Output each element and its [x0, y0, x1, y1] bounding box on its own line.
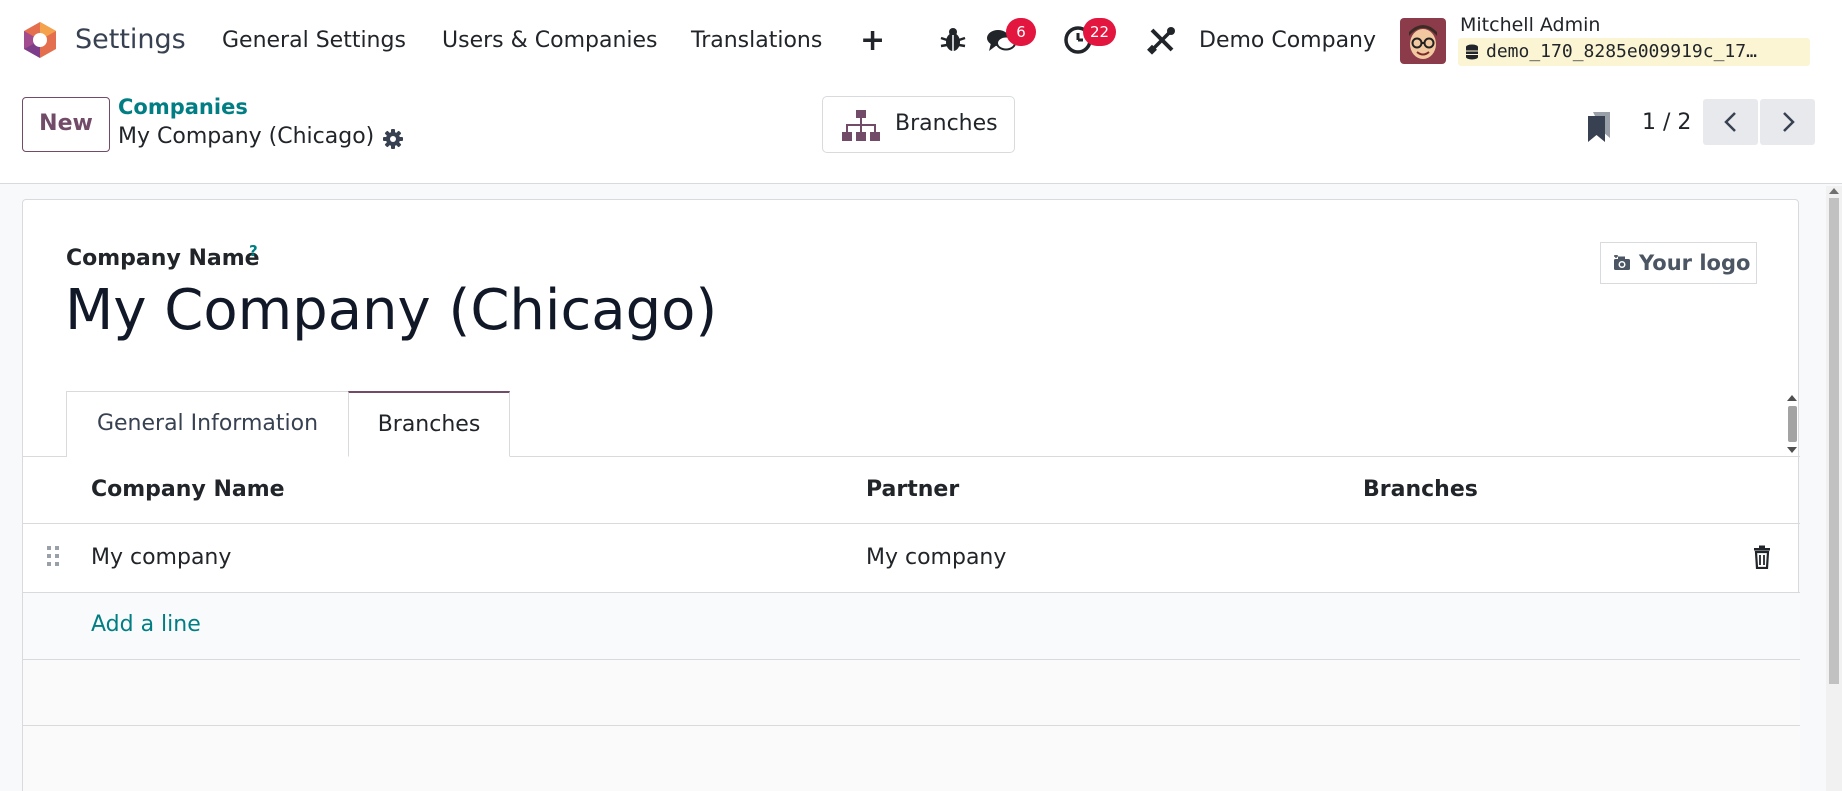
column-header-company-name[interactable]: Company Name — [91, 477, 285, 502]
odoo-logo-icon[interactable] — [20, 20, 60, 60]
pager-previous-button[interactable] — [1703, 99, 1758, 145]
scroll-up-arrow-icon[interactable] — [1787, 395, 1797, 401]
tabs-scrollbar-thumb[interactable] — [1788, 406, 1797, 442]
database-name: demo_170_8285e009919c_17… — [1486, 41, 1757, 62]
camera-icon — [1614, 255, 1630, 270]
pager-value[interactable]: 1 / 2 — [1642, 110, 1691, 135]
breadcrumb-current: My Company (Chicago) — [118, 124, 375, 149]
page-scrollbar-thumb[interactable] — [1829, 198, 1839, 684]
menu-users-companies[interactable]: Users & Companies — [442, 28, 658, 53]
empty-table-row — [23, 660, 1800, 726]
help-tooltip-icon[interactable]: ? — [249, 242, 258, 260]
tab-general-information[interactable]: General Information — [66, 391, 349, 457]
avatar[interactable] — [1400, 18, 1446, 64]
database-badge: demo_170_8285e009919c_17… — [1458, 38, 1810, 66]
page-scrollbar[interactable] — [1826, 186, 1842, 791]
tools-icon[interactable] — [1146, 24, 1178, 56]
pager-next-button[interactable] — [1760, 99, 1815, 145]
database-icon — [1466, 44, 1478, 60]
plus-icon[interactable]: + — [860, 23, 885, 58]
activities-badge: 22 — [1083, 18, 1117, 46]
branches-smart-button[interactable]: Branches — [822, 96, 1015, 153]
gear-icon[interactable] — [382, 128, 404, 150]
company-name-input[interactable]: My Company (Chicago) — [65, 278, 717, 343]
breadcrumb-companies[interactable]: Companies — [118, 95, 248, 119]
top-navbar: Settings General Settings Users & Compan… — [0, 0, 1842, 82]
add-line-row — [23, 593, 1800, 659]
table-header-divider — [23, 523, 1800, 524]
bookmark-icon[interactable] — [1586, 110, 1612, 144]
trash-icon[interactable] — [1752, 545, 1772, 569]
messages-badge: 6 — [1006, 18, 1036, 46]
tab-branches[interactable]: Branches — [348, 391, 510, 457]
bug-icon[interactable] — [937, 24, 969, 56]
hierarchy-icon — [842, 110, 880, 141]
chevron-right-icon — [1783, 112, 1795, 132]
column-header-branches[interactable]: Branches — [1363, 477, 1478, 502]
drag-handle-icon[interactable] — [45, 544, 61, 568]
user-name[interactable]: Mitchell Admin — [1460, 14, 1600, 36]
logo-upload-label: Your logo — [1639, 251, 1751, 275]
row-partner[interactable]: My company — [866, 545, 1006, 570]
chevron-left-icon — [1724, 112, 1736, 132]
empty-table-row — [23, 726, 1800, 791]
control-panel: New Companies My Company (Chicago) Branc… — [0, 82, 1842, 184]
add-line-link[interactable]: Add a line — [91, 612, 201, 637]
row-company-name[interactable]: My company — [91, 545, 231, 570]
menu-translations[interactable]: Translations — [691, 28, 822, 53]
scroll-up-arrow-icon[interactable] — [1829, 188, 1839, 194]
scroll-down-arrow-icon[interactable] — [1787, 447, 1797, 453]
menu-general-settings[interactable]: General Settings — [222, 28, 406, 53]
logo-upload-button[interactable]: Your logo — [1600, 242, 1757, 284]
app-title[interactable]: Settings — [75, 24, 186, 55]
avatar-image — [1400, 18, 1446, 64]
tabs-scrollbar[interactable] — [1785, 392, 1799, 458]
new-button[interactable]: New — [22, 97, 110, 152]
company-switcher[interactable]: Demo Company — [1199, 28, 1376, 53]
column-header-partner[interactable]: Partner — [866, 477, 959, 502]
branches-smart-button-label: Branches — [895, 111, 998, 136]
company-name-label: Company Name — [66, 246, 260, 271]
form-sheet: Company Name ? My Company (Chicago) Your… — [22, 199, 1800, 791]
